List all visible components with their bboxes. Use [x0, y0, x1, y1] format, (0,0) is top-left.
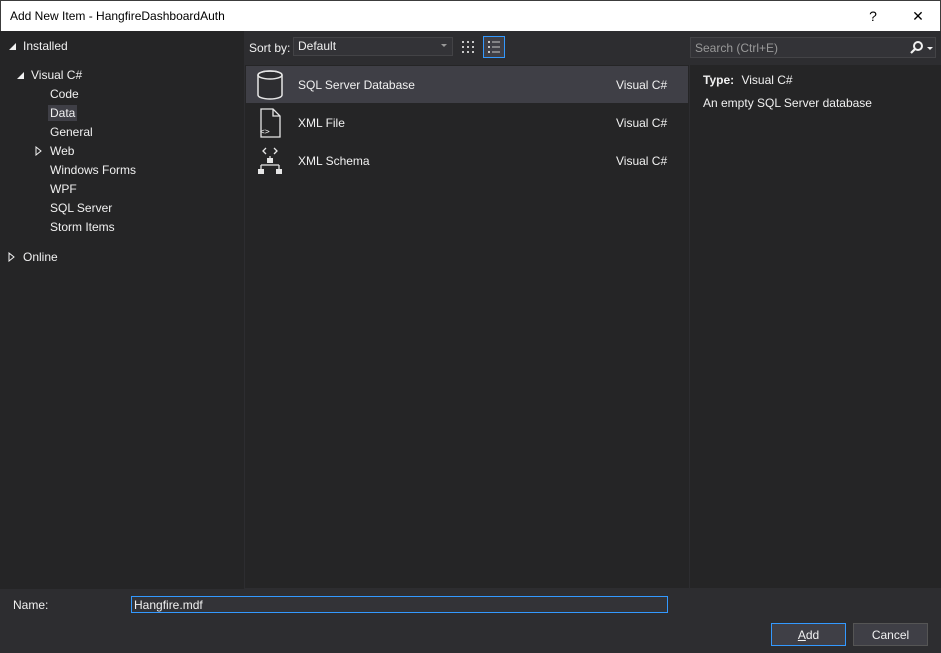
tree-item-sql-server[interactable]: SQL Server [48, 199, 114, 218]
sort-by-label: Sort by: [249, 41, 291, 55]
list-view-icon [488, 41, 500, 53]
small-icons-view-button[interactable] [457, 36, 479, 58]
tree-item-data[interactable]: Data [48, 104, 78, 123]
collapsed-arrow-icon[interactable] [7, 252, 17, 262]
tree-item-web[interactable]: Web [34, 142, 76, 161]
template-name: SQL Server Database [298, 78, 415, 92]
cancel-button[interactable]: Cancel [853, 623, 928, 646]
expanded-arrow-icon[interactable] [16, 70, 26, 80]
collapsed-arrow-icon[interactable] [34, 146, 44, 156]
template-item-sql-server-database[interactable]: SQL Server Database Visual C# [246, 66, 688, 103]
tree-item-general[interactable]: General [48, 123, 95, 142]
details-panel: Type: Visual C# An empty SQL Server data… [690, 65, 941, 588]
tree-item-visual-csharp[interactable]: Visual C# [16, 66, 84, 85]
help-button[interactable]: ? [853, 1, 893, 31]
tree-item-code[interactable]: Code [48, 85, 81, 104]
search-box[interactable] [690, 37, 936, 58]
xml-schema-icon [258, 147, 282, 174]
search-input[interactable] [691, 38, 901, 57]
template-language: Visual C# [616, 116, 668, 130]
title-bar: Add New Item - HangfireDashboardAuth ? ✕ [0, 0, 941, 31]
templates-list: SQL Server Database Visual C# <> XML Fil… [245, 65, 689, 588]
tree-item-installed[interactable]: Installed [8, 37, 70, 56]
add-new-item-dialog: Add New Item - HangfireDashboardAuth ? ✕… [0, 0, 941, 653]
template-language: Visual C# [616, 154, 668, 168]
name-label: Name: [13, 598, 49, 612]
type-value: Visual C# [741, 73, 793, 87]
chevron-down-icon [441, 44, 447, 47]
add-label-rest: dd [805, 627, 820, 642]
tree-item-windows-forms[interactable]: Windows Forms [48, 161, 138, 180]
tree-label: Web [50, 144, 75, 158]
tree-label: Code [50, 87, 79, 101]
window-title: Add New Item - HangfireDashboardAuth [10, 9, 225, 23]
tree-label: SQL Server [50, 201, 113, 215]
tree-label: Storm Items [50, 220, 115, 234]
tree-label-visual-csharp: Visual C# [31, 68, 83, 82]
close-button[interactable]: ✕ [898, 1, 938, 31]
tree-item-online[interactable]: Online [7, 248, 60, 267]
tree-label-installed: Installed [23, 39, 68, 53]
name-input[interactable] [131, 596, 668, 613]
template-language: Visual C# [616, 78, 668, 92]
list-view-button[interactable] [483, 36, 505, 58]
templates-toolbar: Sort by: Default [244, 31, 690, 64]
tree-label-online: Online [23, 250, 58, 264]
tree-item-wpf[interactable]: WPF [48, 180, 79, 199]
expanded-arrow-icon[interactable] [8, 41, 18, 51]
type-key: Type: [703, 73, 735, 87]
svg-text:<>: <> [260, 127, 270, 136]
sort-by-select[interactable]: Default [293, 37, 453, 56]
xml-file-icon: <> [260, 108, 281, 138]
template-item-xml-schema[interactable]: XML Schema Visual C# [246, 142, 688, 179]
grid-view-icon [462, 41, 474, 53]
template-name: XML File [298, 116, 345, 130]
type-line: Type: Visual C# [703, 73, 793, 87]
template-name: XML Schema [298, 154, 370, 168]
tree-label: Windows Forms [50, 163, 137, 177]
add-button[interactable]: Add [771, 623, 846, 646]
template-item-xml-file[interactable]: <> XML File Visual C# [246, 104, 688, 141]
tree-label: Data [48, 105, 78, 121]
tree-item-storm-items[interactable]: Storm Items [48, 218, 117, 237]
search-button[interactable] [907, 40, 935, 56]
category-tree: Installed Visual C# Code Data General We… [0, 31, 244, 589]
sort-by-value: Default [298, 39, 337, 53]
database-icon [257, 70, 283, 100]
search-icon [910, 41, 933, 54]
add-accelerator: A [797, 627, 806, 642]
tree-label: WPF [50, 182, 77, 196]
tree-label: General [50, 125, 93, 139]
template-description: An empty SQL Server database [703, 96, 872, 110]
